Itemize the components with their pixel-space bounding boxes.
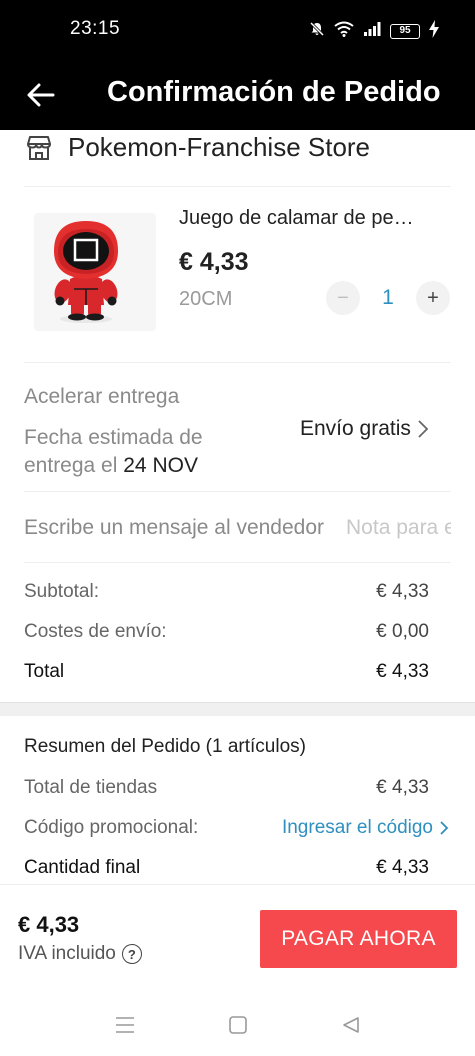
status-bar: 23:15 95 [0, 0, 475, 60]
chevron-right-icon [418, 420, 429, 438]
help-icon[interactable]: ? [121, 944, 142, 964]
expedite-delivery-label: Acelerar entrega [24, 385, 180, 408]
quantity-increase-button[interactable]: + [416, 281, 450, 315]
signal-icon [363, 21, 381, 42]
estimated-delivery-date: 24 NOV [123, 454, 198, 477]
menu-icon [116, 1017, 134, 1033]
product-title[interactable]: Juego de calamar de pe… [179, 207, 449, 230]
checkout-bar: € 4,33 IVA incluido ? PAGAR AHORA [0, 884, 475, 994]
back-triangle-icon [343, 1017, 359, 1033]
final-amount-label: Cantidad final [24, 857, 141, 878]
app-header: Confirmación de Pedido [0, 60, 475, 130]
store-total-row: Total € 4,33 [24, 658, 429, 686]
vat-row: IVA incluido ? [18, 943, 142, 965]
system-nav-bar [0, 994, 475, 1056]
system-back-button[interactable] [336, 1011, 366, 1039]
store-total-value: € 4,33 [376, 661, 429, 682]
enter-promo-code-link[interactable]: Ingresar el código [282, 817, 449, 839]
mute-bell-icon [309, 21, 325, 42]
product-price: € 4,33 [179, 248, 249, 276]
back-arrow-icon [27, 83, 55, 107]
shipping-cost-row: Costes de envío: € 0,00 [24, 618, 429, 646]
product-image[interactable] [34, 213, 156, 331]
seller-message-input[interactable] [346, 516, 451, 540]
shipping-cost-label: Costes de envío: [24, 621, 167, 642]
divider [24, 491, 451, 492]
section-separator [0, 702, 475, 716]
recent-apps-button[interactable] [110, 1011, 140, 1039]
battery-icon: 95 [390, 23, 420, 39]
checkout-total: € 4,33 [18, 912, 80, 937]
quantity-decrease-button[interactable]: − [326, 281, 360, 315]
back-button[interactable] [20, 75, 62, 115]
pay-now-button[interactable]: PAGAR AHORA [260, 910, 457, 968]
promo-code-label: Código promocional: [24, 817, 199, 838]
subtotal-value: € 4,33 [376, 581, 429, 602]
status-time: 23:15 [70, 18, 121, 39]
shipping-cost-value: € 0,00 [376, 621, 429, 642]
stores-total-row: Total de tiendas € 4,33 [24, 774, 429, 802]
divider [24, 562, 451, 563]
seller-message-label: Escribe un mensaje al vendedor [24, 516, 325, 539]
stores-total-value: € 4,33 [376, 777, 429, 798]
squid-game-plush-image [54, 221, 118, 323]
home-square-icon [229, 1016, 247, 1034]
quantity-value: 1 [382, 286, 394, 309]
store-name: Pokemon-Franchise Store [68, 132, 371, 162]
page-title: Confirmación de Pedido [107, 76, 441, 108]
divider [24, 362, 451, 363]
chevron-right-icon [440, 821, 449, 835]
seller-message-row: Escribe un mensaje al vendedor [24, 510, 451, 546]
order-summary-title: Resumen del Pedido (1 artículos) [24, 736, 306, 757]
shipping-option-selector[interactable]: Envío gratis [300, 414, 429, 444]
status-icons: 95 [309, 19, 439, 43]
stores-total-label: Total de tiendas [24, 777, 158, 798]
enter-promo-code-label: Ingresar el código [281, 817, 433, 838]
product-variant: 20CM [179, 288, 233, 310]
divider [24, 186, 451, 187]
promo-code-row: Código promocional: Ingresar el código [24, 814, 449, 842]
home-button[interactable] [223, 1011, 253, 1039]
shipping-option-label: Envío gratis [300, 417, 411, 440]
charging-icon [429, 19, 439, 43]
wifi-icon [334, 21, 354, 42]
subtotal-label: Subtotal: [24, 581, 99, 602]
vat-included-label: IVA incluido [18, 943, 116, 964]
store-icon [27, 136, 51, 160]
subtotal-row: Subtotal: € 4,33 [24, 578, 429, 606]
store-total-label: Total [24, 661, 65, 682]
final-amount-value: € 4,33 [376, 857, 429, 878]
store-row[interactable]: Pokemon-Franchise Store [0, 130, 475, 172]
estimated-delivery: Fecha estimada de entrega el 24 NOV [24, 424, 264, 480]
final-amount-row: Cantidad final € 4,33 [24, 854, 429, 882]
